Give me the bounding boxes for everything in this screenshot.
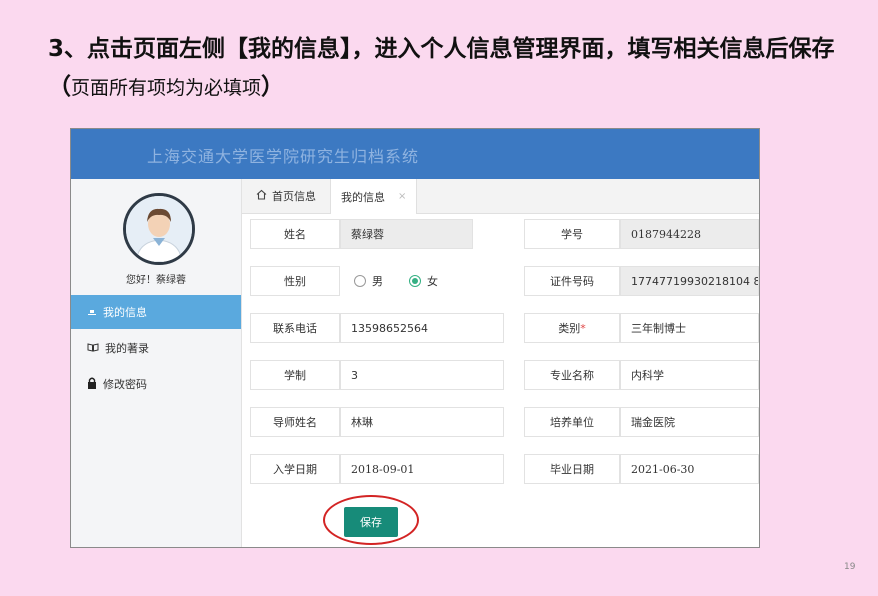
- name-field[interactable]: 蔡绿蓉: [340, 219, 473, 249]
- tab-home[interactable]: 首页信息: [246, 179, 326, 213]
- slide-title-note: 页面所有项均为必填项: [71, 77, 262, 99]
- advisor-label: 导师姓名: [250, 407, 340, 437]
- major-field[interactable]: 内科学: [620, 360, 759, 390]
- main-panel: 首页信息 我的信息 × 姓名 蔡绿蓉 学号 0187944228 性别 男 女 …: [242, 179, 759, 547]
- category-label: 类别 *: [524, 313, 620, 343]
- form-row: 学制 3 专业名称 内科学: [242, 360, 759, 392]
- person-icon: [87, 306, 97, 319]
- sidebar-item-my-info[interactable]: 我的信息: [71, 295, 241, 329]
- student-no-field[interactable]: 0187944228: [620, 219, 759, 249]
- app-title: 上海交通大学医学院研究生归档系统: [147, 147, 420, 166]
- close-icon[interactable]: ×: [398, 191, 406, 202]
- radio-circle: [409, 275, 421, 287]
- id-no-label: 证件号码: [524, 266, 620, 296]
- unit-field[interactable]: 瑞金医院: [620, 407, 759, 437]
- form-row: 联系电话 13598652564 类别 * 三年制博士: [242, 313, 759, 345]
- grad-date-label: 毕业日期: [524, 454, 620, 484]
- required-mark: *: [580, 321, 586, 335]
- gender-option-label: 女: [427, 275, 438, 288]
- sidebar-item-label: 我的著录: [105, 342, 149, 355]
- avatar: [123, 193, 195, 265]
- gender-label: 性别: [250, 266, 340, 296]
- major-label: 专业名称: [524, 360, 620, 390]
- gender-option-label: 男: [372, 275, 383, 288]
- tab-bar: 首页信息 我的信息 ×: [242, 179, 759, 214]
- phone-field[interactable]: 13598652564: [340, 313, 504, 343]
- gender-radio-group: 男 女: [340, 266, 473, 296]
- lock-icon: [87, 377, 97, 392]
- form-row: 导师姓名 林琳 培养单位 瑞金医院: [242, 407, 759, 439]
- tab-my-info[interactable]: 我的信息 ×: [330, 179, 418, 214]
- home-icon: [256, 189, 267, 203]
- app-screenshot: 上海交通大学医学院研究生归档系统 您好！蔡绿蓉 我的信息 我的著录 修改密码 首…: [70, 128, 760, 548]
- sidebar-item-label: 我的信息: [103, 306, 147, 319]
- tab-home-label: 首页信息: [272, 190, 316, 203]
- duration-label: 学制: [250, 360, 340, 390]
- student-no-label: 学号: [524, 219, 620, 249]
- sidebar-item-my-records[interactable]: 我的著录: [71, 331, 241, 365]
- sidebar: 您好！蔡绿蓉 我的信息 我的著录 修改密码: [71, 179, 242, 547]
- slide-title: 3、点击页面左侧【我的信息】，进入个人信息管理界面，填写相关信息后保存（页面所有…: [48, 30, 848, 107]
- category-label-text: 类别: [558, 322, 581, 335]
- unit-label: 培养单位: [524, 407, 620, 437]
- avatar-icon: [126, 196, 192, 262]
- app-header: 上海交通大学医学院研究生归档系统: [71, 129, 759, 179]
- page-number: 19: [844, 562, 856, 572]
- sidebar-item-change-password[interactable]: 修改密码: [71, 367, 241, 401]
- gender-radio-female[interactable]: 女: [409, 273, 438, 289]
- duration-field[interactable]: 3: [340, 360, 504, 390]
- slide-title-end: ）: [261, 74, 285, 100]
- phone-label: 联系电话: [250, 313, 340, 343]
- entry-date-field[interactable]: 2018-09-01: [340, 454, 504, 484]
- form-row: 性别 男 女 证件号码 17747719930218104 8: [242, 266, 759, 298]
- greeting-text: 您好！蔡绿蓉: [126, 275, 186, 286]
- form-row: 姓名 蔡绿蓉 学号 0187944228: [242, 219, 759, 251]
- book-icon: [87, 342, 99, 355]
- sidebar-item-label: 修改密码: [103, 378, 147, 391]
- id-no-field[interactable]: 17747719930218104 8: [620, 266, 759, 296]
- advisor-field[interactable]: 林琳: [340, 407, 504, 437]
- grad-date-field[interactable]: 2021-06-30: [620, 454, 759, 484]
- save-button[interactable]: 保存: [344, 507, 398, 537]
- gender-radio-male[interactable]: 男: [354, 273, 383, 289]
- tab-my-info-label: 我的信息: [341, 190, 385, 204]
- radio-circle: [354, 275, 366, 287]
- category-select[interactable]: 三年制博士: [620, 313, 759, 343]
- form-row: 入学日期 2018-09-01 毕业日期 2021-06-30: [242, 454, 759, 486]
- entry-date-label: 入学日期: [250, 454, 340, 484]
- name-label: 姓名: [250, 219, 340, 249]
